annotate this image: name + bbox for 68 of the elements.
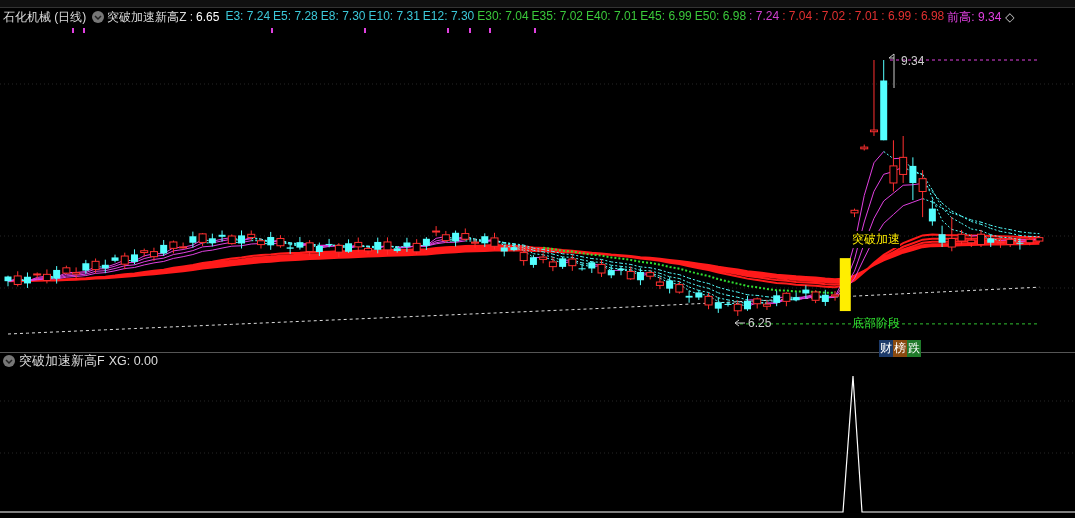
legend-value: 前高: 9.34	[947, 8, 1002, 26]
legend-value: E12: 7.30	[422, 8, 475, 25]
legend-value: E30: 7.04	[477, 8, 529, 25]
signal-label: 突破加速	[852, 231, 900, 248]
legend-value: : 7.01	[848, 8, 879, 25]
candlestick	[72, 266, 81, 280]
legend-value: E8: 7.30	[320, 8, 366, 25]
candlestick	[967, 233, 976, 248]
arrow-icon	[888, 53, 895, 89]
candlestick	[744, 295, 751, 312]
candlestick	[996, 237, 1005, 249]
candlestick	[646, 269, 655, 280]
dropdown-icon[interactable]	[92, 11, 105, 23]
candlestick	[762, 299, 771, 311]
candlestick	[305, 239, 314, 257]
candlestick	[597, 259, 606, 278]
candlestick	[227, 233, 236, 246]
legend-value: E10: 7.31	[368, 8, 420, 25]
signal-bar	[839, 258, 851, 312]
stock-title: 石化机械 (日线)	[3, 8, 87, 26]
candlestick	[548, 256, 557, 272]
candlestick	[441, 230, 450, 244]
candlestick	[432, 225, 441, 237]
badge-label: 财	[879, 340, 893, 357]
legend-value: E35: 7.02	[531, 8, 583, 25]
indicator-name: 突破加速新高F	[19, 352, 105, 370]
legend-value: : 6.98	[914, 8, 945, 25]
legend-value: E3: 7.24	[225, 8, 271, 25]
candlestick	[131, 248, 138, 265]
candlestick	[850, 208, 859, 218]
indicator-name: 突破加速新高Z	[107, 8, 187, 26]
diamond-mark: ◇	[1005, 10, 1015, 24]
candlestick	[198, 232, 207, 247]
legend-value: E45: 6.99	[640, 8, 692, 25]
candlestick	[91, 258, 100, 274]
legend-value: : 7.02	[815, 8, 846, 25]
candlestick	[13, 270, 22, 287]
indicator-separator: :	[189, 10, 193, 24]
arrow-icon	[734, 319, 746, 327]
candlestick	[539, 252, 548, 264]
candlestick	[247, 229, 256, 241]
legend-value: : 6.99	[881, 8, 912, 25]
legend-value: E50: 6.98	[694, 8, 747, 25]
indicator-reading: XG: 0.00	[108, 354, 158, 368]
legend-value: E5: 7.28	[273, 8, 318, 25]
candlestick	[1035, 235, 1044, 244]
dropdown-icon[interactable]	[3, 355, 15, 367]
badge-label: 榜	[893, 340, 907, 357]
candlestick	[831, 290, 840, 302]
candlestick	[238, 229, 245, 249]
legend-value: E40: 7.01	[586, 8, 638, 25]
badge-label: 跌	[907, 340, 921, 357]
legend-value: : 7.04	[782, 8, 813, 25]
candlestick	[675, 281, 684, 295]
low-price-label: 6.25	[748, 316, 772, 330]
candlestick	[412, 238, 421, 255]
candlestick	[811, 289, 820, 304]
candlestick	[461, 228, 470, 242]
candlestick	[899, 135, 908, 184]
legend-value: : 7.24	[749, 8, 780, 25]
high-price-label: 9.34	[901, 54, 925, 68]
candlestick	[860, 144, 869, 151]
candlestick	[655, 276, 664, 290]
candlestick	[1006, 236, 1015, 248]
candlestick	[753, 297, 762, 309]
indicator-value: 6.65	[196, 10, 220, 24]
candlestick	[276, 234, 285, 249]
stage-label: 底部阶段	[852, 315, 900, 332]
